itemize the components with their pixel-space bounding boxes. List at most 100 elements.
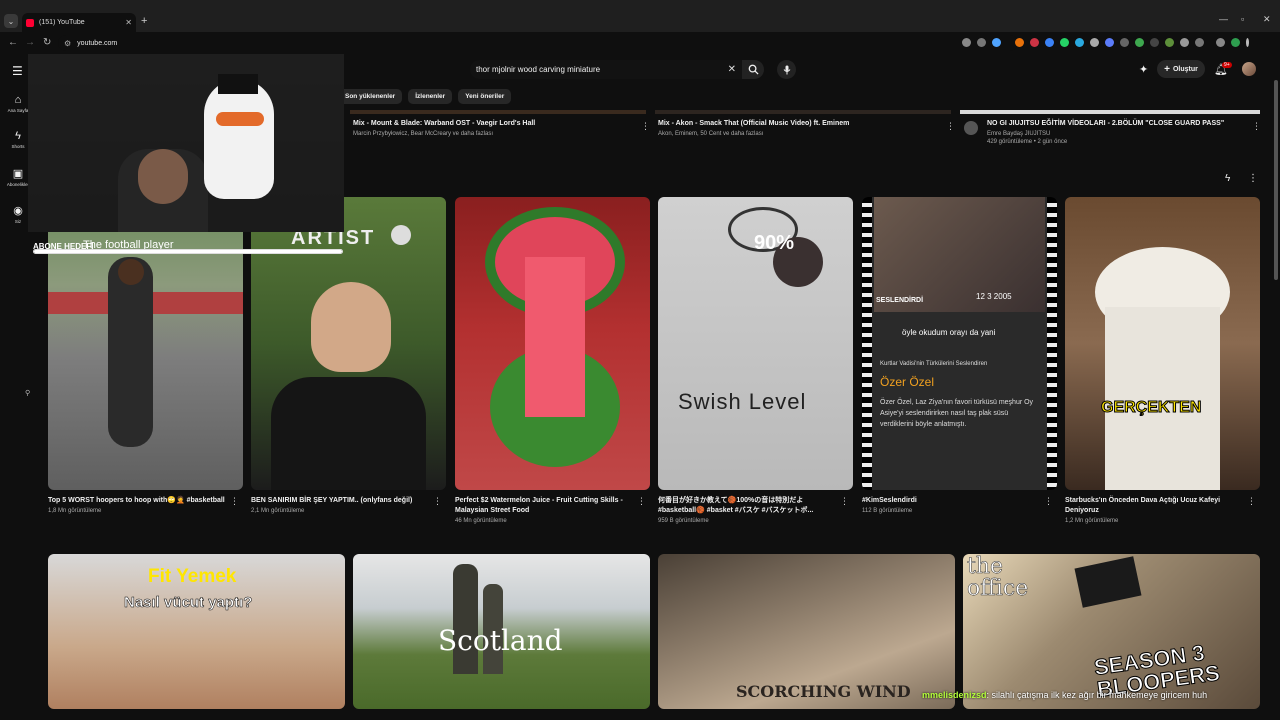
short-thumbnail[interactable]: GERÇEKTEN [1065, 197, 1260, 490]
short-card[interactable]: Perfect $2 Watermelon Juice - Fruit Cutt… [455, 197, 650, 524]
short-title[interactable]: #KimSeslendirdi [862, 496, 1040, 506]
extension-green-icon[interactable] [1135, 38, 1144, 47]
search-icon [748, 64, 759, 75]
close-tab-icon[interactable]: ✕ [125, 18, 132, 27]
video-thumbnail[interactable]: Scotland [353, 554, 650, 709]
video-card[interactable]: Mix - Mount & Blade: Warband OST - Vaegi… [353, 120, 535, 137]
search-button[interactable] [742, 60, 764, 79]
video-title[interactable]: NO GI JIUJITSU EĞİTİM VİDEOLARI - 2.BÖLÜ… [987, 120, 1224, 127]
short-thumbnail[interactable]: 90% Swish Level [658, 197, 853, 490]
chip-new-to-you[interactable]: Yeni öneriler [458, 89, 512, 104]
tab-search-button[interactable]: ⌄ [4, 14, 18, 28]
cast-search-icon[interactable]: ✦ [1139, 63, 1148, 76]
video-thumbnail-edge[interactable] [960, 110, 1260, 114]
rock-pinnacle [453, 564, 478, 674]
reload-icon[interactable]: ↻ [43, 37, 51, 48]
short-overlay-text: Özer Özel [880, 375, 935, 389]
thumbnail-overlay-text: the office [967, 554, 1029, 601]
channel-name[interactable]: Emre Baydaş JIUJITSU [987, 131, 1224, 137]
page-scrollbar[interactable] [1274, 80, 1278, 280]
more-actions-icon[interactable]: ⋮ [230, 496, 239, 507]
more-actions-icon[interactable]: ⋮ [840, 496, 849, 507]
short-title[interactable]: 何番目が好きか教えて🏀100%の音は特別だよ #basketball🏀 #bas… [658, 496, 836, 516]
film-strip-right [1047, 197, 1057, 490]
account-avatar[interactable] [1242, 62, 1256, 76]
more-actions-icon[interactable]: ⋮ [641, 121, 650, 132]
short-thumbnail[interactable] [455, 197, 650, 490]
search-input[interactable]: thor mjolnir wood carving miniature ✕ [470, 60, 742, 79]
chip-recently-uploaded[interactable]: Son yüklenenler [338, 89, 403, 104]
create-button[interactable]: + Oluştur [1157, 60, 1205, 78]
short-percent-text: 90% [754, 232, 795, 254]
extension-audio-icon[interactable] [1045, 38, 1054, 47]
thumbnail-overlay-text: SCORCHING WIND [736, 682, 911, 701]
microphone-icon [783, 65, 790, 74]
video-thumbnail-edge[interactable] [350, 110, 646, 114]
eye-off-icon[interactable] [977, 38, 986, 47]
video-thumbnail[interactable]: the office SEASON 3 BLOOPERS [963, 554, 1260, 709]
webcam-overlay [28, 54, 344, 232]
extension-blue-icon[interactable] [1105, 38, 1114, 47]
guide-small-icon[interactable]: ⚲ [25, 389, 30, 397]
short-card[interactable]: SESLENDİRDİ 12 3 2005 öyle okudum orayı … [862, 197, 1057, 514]
minimize-icon[interactable]: — [1219, 14, 1228, 24]
short-thumbnail[interactable]: SESLENDİRDİ 12 3 2005 öyle okudum orayı … [862, 197, 1057, 490]
more-actions-icon[interactable]: ⋮ [1044, 496, 1053, 507]
extension-olive-icon[interactable] [1165, 38, 1174, 47]
more-actions-icon[interactable]: ⋮ [1247, 496, 1256, 507]
video-thumbnail-edge[interactable] [655, 110, 951, 114]
hamburger-menu-icon[interactable]: ☰ [12, 64, 23, 78]
video-title[interactable]: Mix - Mount & Blade: Warband OST - Vaegi… [353, 120, 535, 127]
short-views: 1,8 Mn görüntüleme [48, 508, 102, 514]
extension-light-icon[interactable] [1180, 38, 1189, 47]
browser-tab[interactable]: (151) YouTube ✕ [22, 13, 136, 32]
video-thumbnail[interactable]: Fit Yemek Nasıl vücut yaptı? [48, 554, 345, 709]
shelf-more-icon[interactable]: ⋮ [1248, 173, 1258, 184]
cast-icon[interactable] [962, 38, 971, 47]
more-actions-icon[interactable]: ⋮ [1252, 121, 1261, 132]
chat-text: : silahlı çatışma ilk kez ağır bir mahke… [986, 690, 1208, 700]
telegram-icon[interactable] [1075, 38, 1084, 47]
extensions-puzzle-icon[interactable] [1195, 38, 1204, 47]
video-still [874, 197, 1045, 312]
extension-dark-icon[interactable] [1150, 38, 1159, 47]
extension-red-icon[interactable] [1030, 38, 1039, 47]
chip-watched[interactable]: İzlenenler [408, 89, 453, 104]
back-icon[interactable]: ← [8, 37, 18, 48]
browser-menu-icon[interactable] [1246, 38, 1249, 47]
video-card[interactable]: Mix - Akon - Smack That (Official Music … [658, 120, 849, 137]
address-bar[interactable]: ⚙ youtube.com [58, 35, 1018, 51]
short-thumbnail[interactable]: ARTIST [251, 197, 446, 490]
channel-avatar[interactable] [964, 121, 978, 135]
more-actions-icon[interactable]: ⋮ [946, 121, 955, 132]
short-title[interactable]: Top 5 WORST hoopers to hoop with🙄🤦 #bask… [48, 496, 226, 506]
short-title[interactable]: Starbucks'ın Önceden Dava Açtığı Ucuz Ka… [1065, 496, 1243, 516]
video-card[interactable]: NO GI JIUJITSU EĞİTİM VİDEOLARI - 2.BÖLÜ… [987, 120, 1224, 145]
extension-grey-icon[interactable] [1090, 38, 1099, 47]
video-title[interactable]: Mix - Akon - Smack That (Official Music … [658, 120, 849, 127]
window-close-icon[interactable]: ✕ [1263, 14, 1271, 25]
short-card[interactable]: ARTIST BEN SANIRIM BİR ŞEY YAPTIM.. (onl… [251, 197, 446, 514]
more-actions-icon[interactable]: ⋮ [433, 496, 442, 507]
profile-avatar-icon[interactable] [1231, 38, 1240, 47]
video-thumbnail[interactable]: SCORCHING WIND [658, 554, 955, 709]
short-title[interactable]: BEN SANIRIM BİR ŞEY YAPTIM.. (onlyfans d… [251, 496, 429, 506]
bookmark-star-icon[interactable] [992, 38, 1001, 47]
voice-search-button[interactable] [777, 60, 796, 79]
extension-pen-icon[interactable] [1120, 38, 1129, 47]
whatsapp-icon[interactable] [1060, 38, 1069, 47]
maximize-icon[interactable]: ▫ [1241, 14, 1244, 24]
person-face [311, 282, 391, 372]
new-tab-icon[interactable]: + [141, 15, 147, 27]
short-card[interactable]: GERÇEKTEN Starbucks'ın Önceden Dava Açtı… [1065, 197, 1260, 524]
short-card[interactable]: 90% Swish Level 何番目が好きか教えて🏀100%の音は特別だよ #… [658, 197, 853, 524]
sidebar-panel-icon[interactable] [1216, 38, 1225, 47]
more-actions-icon[interactable]: ⋮ [637, 496, 646, 507]
forward-icon[interactable]: → [25, 37, 35, 48]
url-text: youtube.com [77, 39, 118, 47]
clear-search-icon[interactable]: ✕ [728, 64, 736, 75]
extension-c-icon[interactable] [1015, 38, 1024, 47]
video-meta: 429 görüntüleme • 2 gün önce [987, 139, 1068, 145]
site-info-icon[interactable]: ⚙ [64, 39, 71, 48]
short-title[interactable]: Perfect $2 Watermelon Juice - Fruit Cutt… [455, 496, 633, 516]
